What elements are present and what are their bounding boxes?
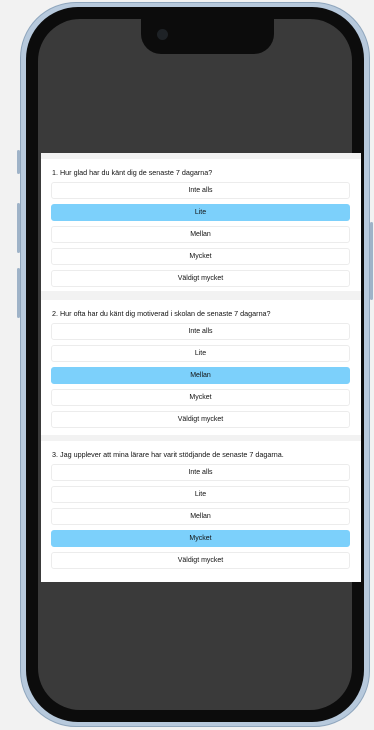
question-card-3: 3. Jag upplever att mina lärare har vari… [41,441,361,582]
option-lite[interactable]: Lite [51,345,350,362]
power-button [370,222,373,300]
notch [141,19,274,54]
option-mellan[interactable]: Mellan [51,367,350,384]
option-inte-alls[interactable]: Inte alls [51,182,350,199]
option-mellan[interactable]: Mellan [51,226,350,243]
option-inte-alls[interactable]: Inte alls [51,464,350,481]
option-valdigt-mycket[interactable]: Väldigt mycket [51,552,350,569]
option-lite[interactable]: Lite [51,486,350,503]
question-text: 2. Hur ofta har du känt dig motiverad i … [52,309,271,318]
option-mycket[interactable]: Mycket [51,248,350,265]
question-text: 3. Jag upplever att mina lärare har vari… [52,450,284,459]
option-valdigt-mycket[interactable]: Väldigt mycket [51,411,350,428]
camera-icon [157,29,168,40]
question-text: 1. Hur glad har du känt dig de senaste 7… [52,168,213,177]
option-lite[interactable]: Lite [51,204,350,221]
option-mycket[interactable]: Mycket [51,530,350,547]
question-card-2: 2. Hur ofta har du känt dig motiverad i … [41,300,361,435]
option-valdigt-mycket[interactable]: Väldigt mycket [51,270,350,287]
option-mycket[interactable]: Mycket [51,389,350,406]
survey-content: 1. Hur glad har du känt dig de senaste 7… [41,153,361,582]
question-card-1: 1. Hur glad har du känt dig de senaste 7… [41,159,361,291]
option-inte-alls[interactable]: Inte alls [51,323,350,340]
option-mellan[interactable]: Mellan [51,508,350,525]
